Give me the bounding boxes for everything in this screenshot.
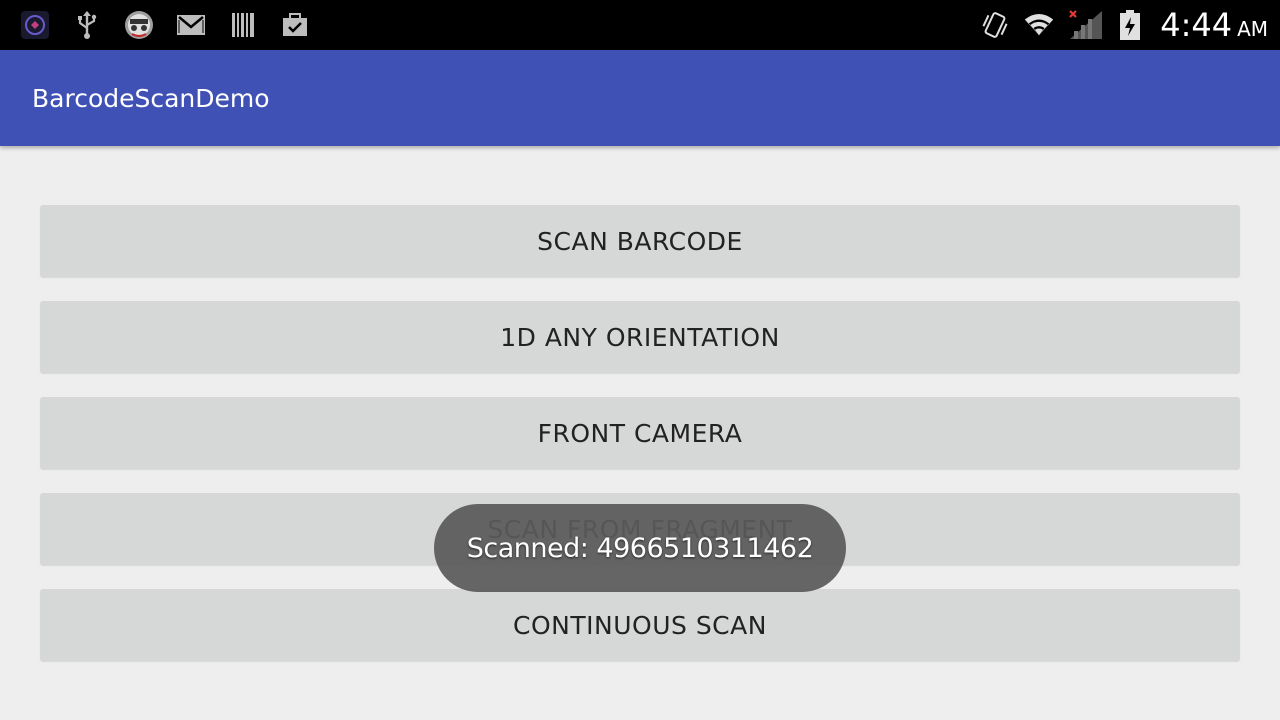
- toast-message: Scanned: 4966510311462: [466, 532, 814, 564]
- clock-ampm: AM: [1237, 17, 1268, 41]
- button-list: SCAN BARCODE 1D ANY ORIENTATION FRONT CA…: [40, 205, 1240, 685]
- usb-icon: [72, 10, 102, 40]
- notification-icons: [0, 0, 310, 50]
- gmail-icon: [176, 10, 206, 40]
- system-icons: 4:44 AM: [980, 0, 1280, 50]
- vibrate-icon: [980, 10, 1010, 40]
- status-clock: 4:44 AM: [1160, 6, 1268, 44]
- battery-charging-icon: [1118, 10, 1142, 40]
- app-notification-icon: [20, 10, 50, 40]
- front-camera-button[interactable]: FRONT CAMERA: [40, 397, 1240, 469]
- 1d-any-orientation-button[interactable]: 1D ANY ORIENTATION: [40, 301, 1240, 373]
- toast-notification: Scanned: 4966510311462: [434, 504, 846, 592]
- app-title: BarcodeScanDemo: [32, 83, 270, 113]
- status-bar: 4:44 AM: [0, 0, 1280, 50]
- cellular-no-signal-icon: [1068, 10, 1104, 40]
- continuous-scan-button[interactable]: CONTINUOUS SCAN: [40, 589, 1240, 661]
- scan-barcode-button[interactable]: SCAN BARCODE: [40, 205, 1240, 277]
- incognito-icon: [124, 10, 154, 40]
- barcode-icon: [228, 10, 258, 40]
- clock-time: 4:44: [1160, 6, 1233, 44]
- clipboard-check-icon: [280, 10, 310, 40]
- wifi-icon: [1024, 10, 1054, 40]
- app-bar: BarcodeScanDemo: [0, 50, 1280, 146]
